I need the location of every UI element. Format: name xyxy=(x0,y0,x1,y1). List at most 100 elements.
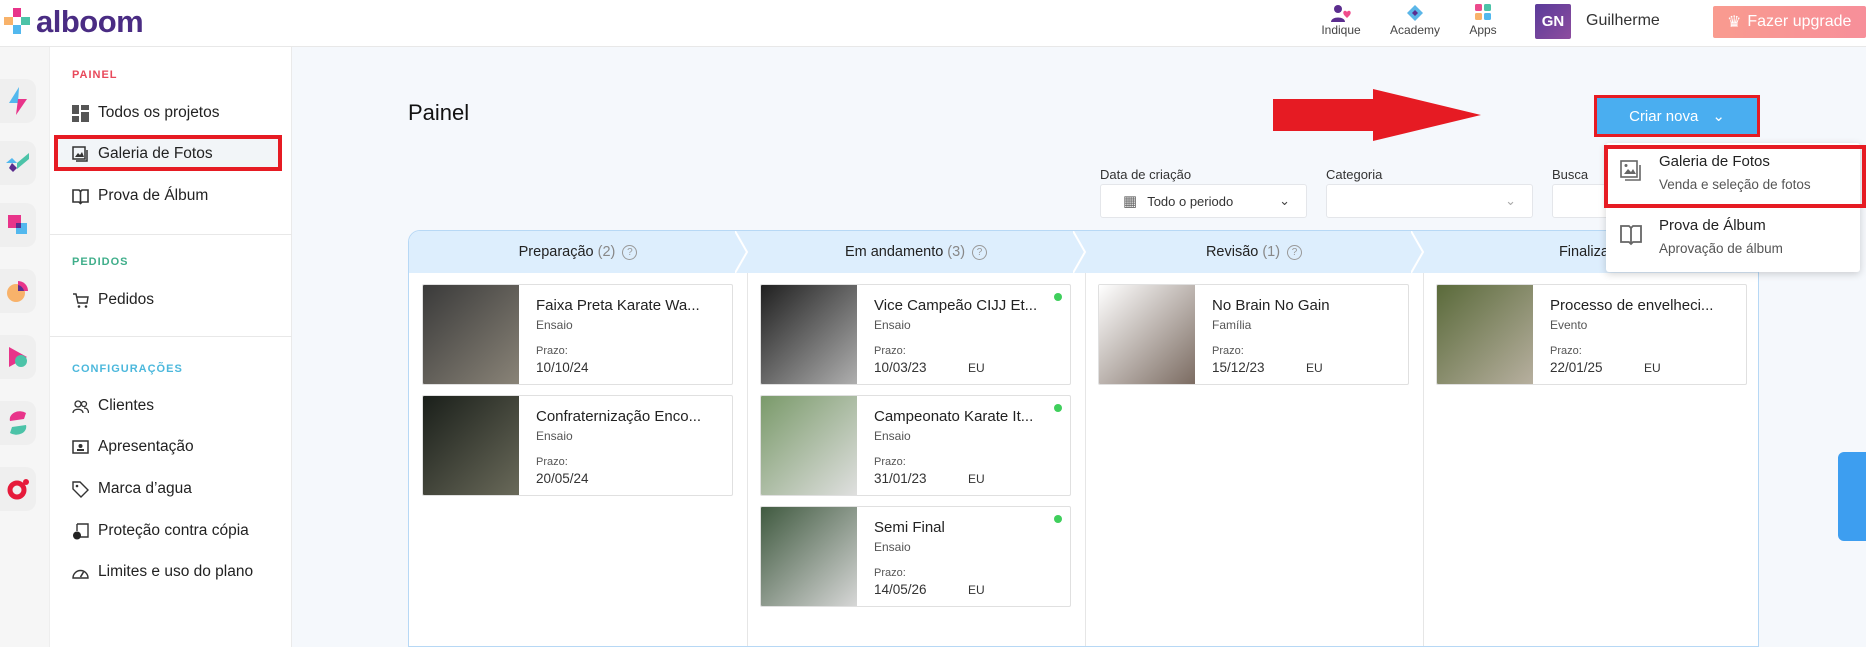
project-thumbnail xyxy=(423,396,519,495)
upgrade-button[interactable]: ♛ Fazer upgrade xyxy=(1713,6,1866,38)
project-title: Processo de envelheci... xyxy=(1550,297,1714,314)
pie-app-icon xyxy=(7,281,28,302)
academy-icon xyxy=(1407,5,1423,21)
sidebar-item-label: Clientes xyxy=(98,397,154,414)
stage-tab-1[interactable]: Preparação (2)? xyxy=(409,231,747,273)
project-thumbnail xyxy=(761,507,857,606)
section-configuracoes: CONFIGURAÇÕES xyxy=(72,363,183,375)
dropdown-item-subtitle: Aprovação de álbum xyxy=(1659,241,1783,256)
rail-app-2[interactable] xyxy=(0,141,36,185)
project-category: Ensaio xyxy=(874,429,911,443)
stage-tab-3[interactable]: Revisão (1)? xyxy=(1085,231,1423,273)
deadline-label: Prazo: xyxy=(536,456,568,468)
stage-count: (3) xyxy=(947,244,966,260)
tag-icon xyxy=(72,480,89,498)
page-title: Painel xyxy=(408,100,470,125)
deadline-label: Prazo: xyxy=(874,345,906,357)
sidebar-item-galeria-fotos[interactable]: Galeria de Fotos xyxy=(72,139,213,169)
cart-icon xyxy=(73,292,89,308)
rail-app-5[interactable] xyxy=(0,335,36,379)
status-dot xyxy=(1054,515,1062,523)
project-thumbnail xyxy=(423,285,519,384)
project-category: Ensaio xyxy=(536,318,573,332)
help-icon[interactable]: ? xyxy=(1287,244,1303,260)
project-card[interactable]: Vice Campeão CIJJ Et... Ensaio Prazo: 10… xyxy=(760,284,1071,385)
project-category: Evento xyxy=(1550,318,1588,332)
stage-name: Revisão xyxy=(1205,244,1259,260)
crown-icon: ♛ xyxy=(1727,14,1742,31)
project-thumbnail xyxy=(761,396,857,495)
top-header: alboom Indique Academy Apps GN Guilherme… xyxy=(0,0,1866,47)
kanban-stage-header: Preparação (2)? Em andamento (3)? Revisão (1)… xyxy=(409,231,1758,273)
date-filter-value: Todo o periodo xyxy=(1147,193,1234,209)
rail-app-4[interactable] xyxy=(0,269,36,313)
deadline-date: 10/10/24 xyxy=(536,360,589,375)
rail-app-3[interactable] xyxy=(0,203,36,247)
criar-nova-button[interactable]: Criar nova ⌄ xyxy=(1597,98,1757,134)
status-dot xyxy=(1054,293,1062,301)
help-icon[interactable]: ? xyxy=(972,244,988,260)
project-card[interactable]: Faixa Preta Karate Wa... Ensaio Prazo: 1… xyxy=(422,284,733,385)
avatar[interactable]: GN xyxy=(1535,4,1571,39)
rail-app-1[interactable] xyxy=(0,79,36,123)
sidebar-item-protecao-copia[interactable]: Proteção contra cópia xyxy=(72,516,249,546)
stage-name: Em andamento xyxy=(844,244,944,260)
user-name[interactable]: Guilherme xyxy=(1586,12,1660,30)
date-filter-label: Data de criação xyxy=(1100,167,1192,182)
project-card[interactable]: Campeonato Karate It... Ensaio Prazo: 31… xyxy=(760,395,1071,496)
dashboard-icon xyxy=(72,104,89,122)
book-icon xyxy=(72,188,89,205)
play-app-icon xyxy=(9,347,27,367)
date-filter-select[interactable]: ▦ Todo o periodo ⌄ xyxy=(1100,184,1307,218)
project-card[interactable]: No Brain No Gain Família Prazo: 15/12/23… xyxy=(1098,284,1409,385)
indique-link[interactable]: Indique xyxy=(1306,4,1376,37)
sidebar-item-todos-projetos[interactable]: Todos os projetos xyxy=(72,98,220,128)
sidebar-item-clientes[interactable]: Clientes xyxy=(72,391,154,421)
gauge-icon xyxy=(72,569,89,579)
rail-app-7[interactable] xyxy=(0,467,36,511)
academy-link[interactable]: Academy xyxy=(1380,4,1450,37)
sidebar-item-limites-plano[interactable]: Limites e uso do plano xyxy=(72,557,253,587)
apps-label: Apps xyxy=(1469,23,1497,37)
refer-icon xyxy=(1331,5,1351,22)
dropdown-item-prova-album[interactable]: Prova de Álbum Aprovação de álbum xyxy=(1606,207,1860,271)
project-category: Ensaio xyxy=(874,540,911,554)
sidebar-item-pedidos[interactable]: Pedidos xyxy=(72,285,154,315)
squares-app-icon xyxy=(8,215,27,234)
sidebar: PAINEL Todos os projetos Galeria de Foto… xyxy=(50,47,292,647)
project-card[interactable]: Confraternização Enco... Ensaio Prazo: 2… xyxy=(422,395,733,496)
sidebar-item-label: Marca d’agua xyxy=(98,480,192,497)
sidebar-item-label: Pedidos xyxy=(98,291,155,308)
project-card[interactable]: Processo de envelheci... Evento Prazo: 2… xyxy=(1436,284,1747,385)
project-card[interactable]: Semi Final Ensaio Prazo: 14/05/26 EU xyxy=(760,506,1071,607)
category-filter-select[interactable]: ⌄ xyxy=(1326,184,1533,218)
project-thumbnail xyxy=(761,285,857,384)
column-divider xyxy=(1423,273,1424,646)
alboom-logo[interactable]: alboom xyxy=(36,4,144,40)
calendar-icon: ▦ xyxy=(1123,193,1138,210)
academy-label: Academy xyxy=(1389,23,1441,37)
upgrade-label: Fazer upgrade xyxy=(1747,13,1852,30)
gallery-icon xyxy=(72,145,88,162)
stage-tab-2[interactable]: Em andamento (3)? xyxy=(747,231,1085,273)
project-title: Semi Final xyxy=(874,519,945,536)
book-icon xyxy=(1620,225,1642,246)
help-side-tab[interactable] xyxy=(1838,452,1866,541)
help-icon[interactable]: ? xyxy=(622,244,638,260)
project-category: Ensaio xyxy=(874,318,911,332)
sidebar-item-prova-album[interactable]: Prova de Álbum xyxy=(72,181,208,211)
project-owner: EU xyxy=(1644,361,1661,375)
apps-link[interactable]: Apps xyxy=(1448,4,1518,37)
project-title: Campeonato Karate It... xyxy=(874,408,1034,425)
sidebar-item-marca-agua[interactable]: Marca d’agua xyxy=(72,474,192,504)
project-title: Confraternização Enco... xyxy=(536,408,702,425)
users-icon xyxy=(72,399,89,413)
section-painel: PAINEL xyxy=(72,69,118,81)
deadline-date: 14/05/26 xyxy=(874,582,927,597)
sidebar-item-label: Galeria de Fotos xyxy=(98,145,213,162)
dropdown-item-title: Prova de Álbum xyxy=(1659,217,1766,234)
presentation-icon xyxy=(72,439,89,454)
sidebar-item-apresentacao[interactable]: Apresentação xyxy=(72,432,194,462)
project-title: Faixa Preta Karate Wa... xyxy=(536,297,700,314)
rail-app-6[interactable] xyxy=(0,401,36,445)
